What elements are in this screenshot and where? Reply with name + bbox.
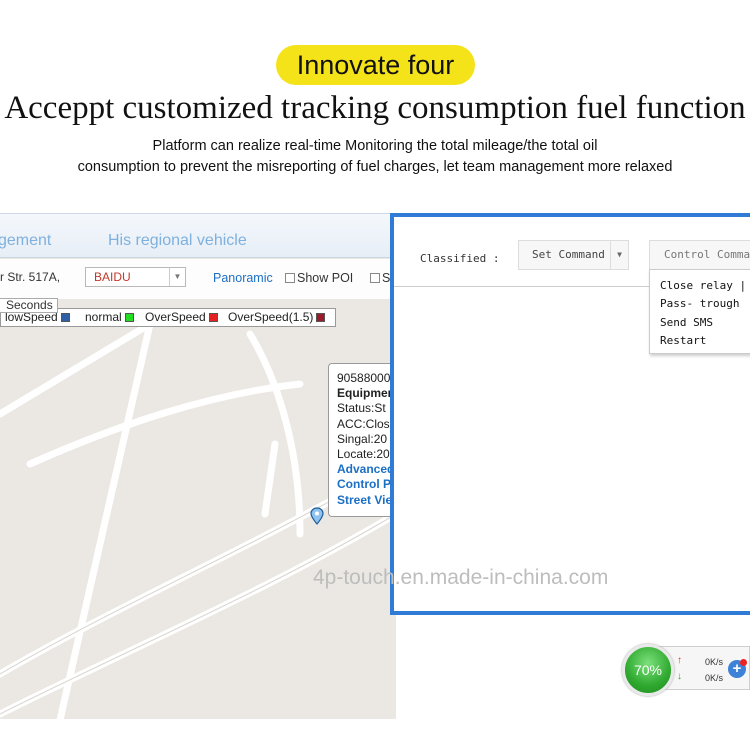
percent-indicator[interactable]: 70% [622, 644, 674, 696]
control-command-select[interactable]: Control Commad [649, 240, 750, 270]
legend-swatch [208, 313, 218, 322]
legend-overspeed-1-5: OverSpeed(1.5) [228, 309, 326, 326]
address-text: r Str. 517A, [0, 270, 61, 284]
map-provider-select[interactable]: BAIDU ▼ [85, 267, 186, 287]
panoramic-link[interactable]: Panoramic [213, 271, 273, 285]
vehicle-marker-icon[interactable] [310, 507, 324, 525]
vehicle-info-popup: 90588000 Equipmen Status:St ACC:Clos Sin… [328, 363, 396, 517]
checkbox-box [285, 273, 295, 283]
menu-item-close-relay[interactable]: Close relay | Op [660, 277, 750, 295]
show-s-checkbox[interactable]: S [370, 271, 390, 285]
tab-regional-vehicle[interactable]: His regional vehicle [108, 232, 247, 250]
legend-label: OverSpeed(1.5) [228, 310, 314, 324]
map-window: gement His regional vehicle r Str. 517A,… [0, 213, 396, 719]
popup-acc: ACC:Clos [337, 416, 390, 431]
legend-label: OverSpeed [145, 310, 206, 324]
chevron-down-icon: ▼ [610, 241, 628, 269]
popup-signal: Singal:20 [337, 431, 388, 446]
checkbox-box [370, 273, 380, 283]
watermark: 4p-touch.en.made-in-china.com [313, 566, 609, 589]
menu-item-pass-trough[interactable]: Pass- trough [660, 295, 750, 313]
popup-street-view-link[interactable]: Street Vie [337, 493, 396, 508]
popup-locate: Locate:20 [337, 447, 390, 462]
popup-status: Status:St [337, 401, 386, 416]
set-command-value: Set Command [532, 248, 605, 261]
legend-swatch [124, 313, 134, 322]
command-window: Classified : Set Command ▼ Control Comma… [390, 213, 750, 615]
upload-arrow-icon: ↑ [677, 655, 682, 666]
show-poi-label: Show POI [297, 271, 354, 285]
description-line-1: Platform can realize real-time Monitorin… [152, 138, 598, 154]
page-title: Acceppt customized tracking consumption … [4, 90, 746, 126]
chevron-down-icon: ▼ [169, 268, 185, 286]
notification-dot [740, 659, 747, 666]
legend-label: normal [85, 310, 122, 324]
control-command-menu: Close relay | Op Pass- trough Send SMS R… [649, 269, 750, 354]
upload-rate: 0K/s [705, 657, 724, 667]
map-provider-value: BAIDU [94, 270, 131, 284]
seconds-label: Seconds [0, 298, 58, 313]
classified-label: Classified : [420, 252, 500, 265]
legend-swatch [316, 313, 326, 322]
popup-control-link[interactable]: Control P [337, 477, 396, 492]
tab-management[interactable]: gement [0, 232, 51, 250]
menu-item-send-sms[interactable]: Send SMS [660, 314, 750, 332]
set-command-select[interactable]: Set Command ▼ [518, 240, 629, 270]
popup-advanced-link[interactable]: Advanced [337, 462, 396, 477]
map-toolbar: r Str. 517A, BAIDU ▼ Panoramic Show POI … [0, 259, 396, 299]
menu-item-restart[interactable]: Restart [660, 332, 750, 350]
show-poi-checkbox[interactable]: Show POI [285, 271, 353, 285]
popup-equipment: Equipmen [337, 386, 396, 401]
download-arrow-icon: ↓ [677, 671, 682, 682]
innovate-badge: Innovate four [276, 45, 475, 85]
download-rate: 0K/s [705, 673, 724, 683]
popup-id: 90588000 [337, 371, 391, 385]
legend-normal: normal [85, 309, 134, 326]
map-tab-bar: gement His regional vehicle [0, 214, 396, 258]
legend-swatch [60, 313, 70, 322]
description-line-2: consumption to prevent the misreporting … [77, 159, 673, 175]
legend-overspeed: OverSpeed [145, 309, 218, 326]
